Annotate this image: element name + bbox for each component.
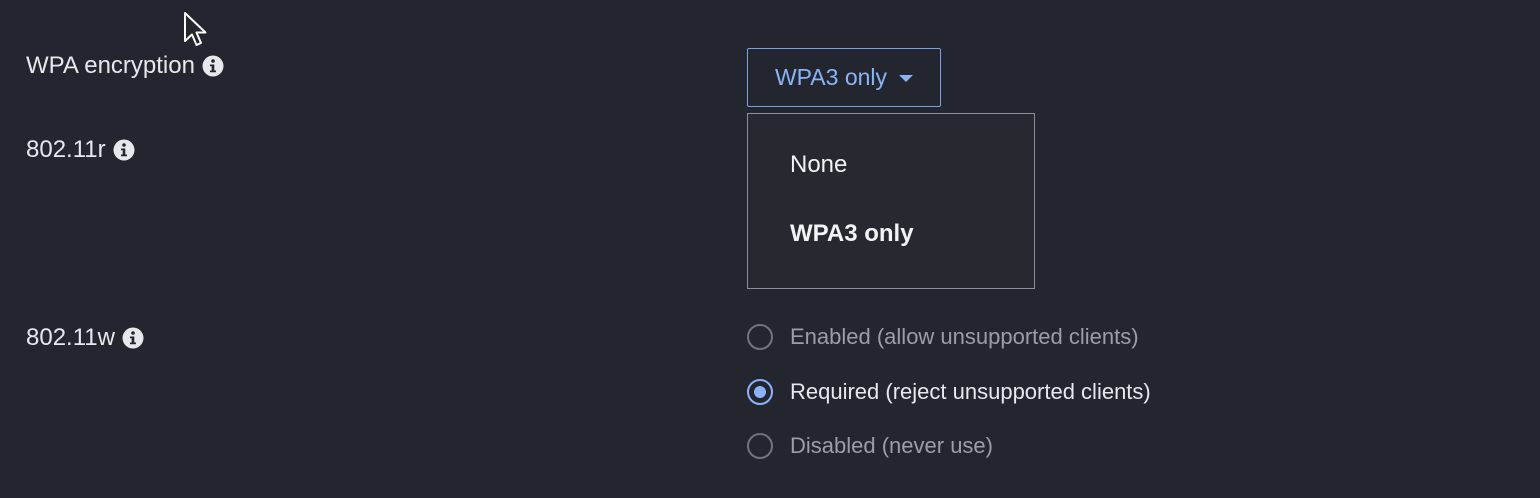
80211r-label: 802.11r: [26, 136, 106, 163]
radio-label-required: Required (reject unsupported clients): [790, 379, 1151, 404]
radio-button-required[interactable]: [747, 379, 773, 405]
radio-label-enabled: Enabled (allow unsupported clients): [790, 324, 1139, 349]
info-icon[interactable]: [122, 327, 144, 349]
radio-button-enabled[interactable]: [747, 324, 773, 350]
80211w-label: 802.11w: [26, 324, 115, 351]
wpa-encryption-select[interactable]: WPA3 only: [747, 48, 941, 107]
wpa-encryption-label-row: WPA encryption: [26, 52, 224, 80]
menu-item-none[interactable]: None: [790, 151, 847, 179]
80211w-label-row: 802.11w: [26, 324, 144, 352]
wpa-encryption-label: WPA encryption: [26, 52, 195, 79]
menu-item-wpa3-only[interactable]: WPA3 only: [790, 220, 914, 248]
radio-option-required[interactable]: Required (reject unsupported clients): [747, 379, 1151, 405]
info-icon[interactable]: [202, 55, 224, 77]
wpa-encryption-selected-value: WPA3 only: [774, 64, 888, 90]
radio-option-disabled[interactable]: Disabled (never use): [747, 433, 993, 459]
mouse-pointer-icon: [184, 12, 207, 46]
info-icon[interactable]: [113, 139, 135, 161]
wpa-encryption-dropdown-menu: None WPA3 only: [747, 113, 1035, 289]
radio-option-enabled[interactable]: Enabled (allow unsupported clients): [747, 324, 1139, 350]
80211r-label-row: 802.11r: [26, 136, 135, 164]
radio-button-disabled[interactable]: [747, 433, 773, 459]
radio-label-disabled: Disabled (never use): [790, 433, 993, 458]
caret-down-icon: [899, 75, 914, 82]
